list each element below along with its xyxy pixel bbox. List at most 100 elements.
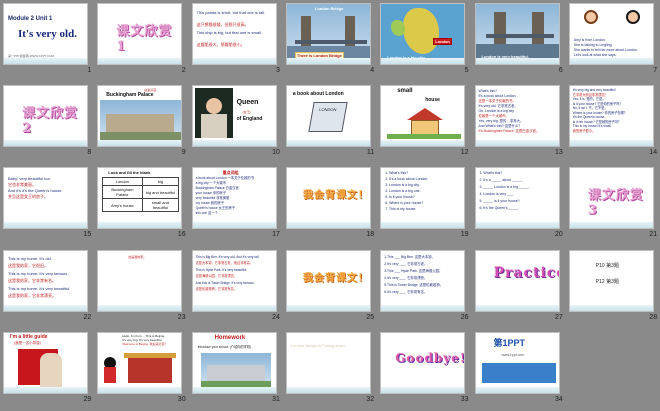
slide-line: 它也非常美丽。 [8,182,36,188]
slide-number: 5 [464,67,469,74]
table-cell: small and beautiful [141,198,180,213]
slide-thumbnail-14[interactable]: It's very big and very beautiful! 它非常大而且… [566,82,660,164]
slide-number: 30 [177,395,186,403]
slide-thumbnail-3[interactable]: This panda is short, but that one is tal… [189,0,283,82]
wordart-title: 我会背课文！ [302,272,369,284]
slide-number: 13 [555,149,563,157]
slide-heading: London Bridge [314,6,344,11]
slide-thumbnail-16[interactable]: Look and fill the blank London big Bucki… [94,164,188,246]
slide-number: 28 [649,313,658,321]
slide-thumbnail-17[interactable]: 重点词组 a book about London 一本关于伦敦的书 a big … [189,164,283,246]
slide-number: 17 [272,231,280,239]
slide-subheading: Introduce your school. (介绍你的学校) [197,344,252,349]
slide-thumbnail-9[interactable]: 白金汉宫 Buckingham Palace 9 [94,82,188,164]
slide-line: This is Hyde Park. It's very beautiful. [195,267,248,272]
slide-thumbnail-34[interactable]: 第1PPT www.1ppt.com 34 [472,329,566,411]
slide-thumbnail-5[interactable]: London London is a big city. 5 [377,0,471,82]
slide-preview: 第1PPT www.1ppt.com [474,331,560,394]
logo-url: www.1ppt.com [501,352,525,357]
slide-thumbnail-22[interactable]: This is my home. It's old. 这是我的家，它很旧。 Th… [0,247,94,329]
slide-preview: 这是我的家。 [97,249,183,312]
slide-thumbnail-25[interactable]: 我会背课文！ 25 [283,247,377,329]
wordart-title: 课文欣赏3 [587,188,644,219]
slide-line: She is talking to Lingling. [573,43,613,47]
slide-preview: What's this? It's a book about London. 这… [474,85,560,148]
slide-thumbnail-20[interactable]: 1. What's this? 2. It's a _____ about __… [472,164,566,246]
slide-preview: 重点词组 a book about London 一本关于伦敦的书 a big … [191,167,277,230]
slide-thumbnail-12[interactable]: small house 12 [377,82,471,164]
slide-heading: Queen [236,99,259,107]
bridge-tower-image [531,12,544,48]
slide-line: 这是大本钟，它非常古老，而且非常高。 [195,260,253,265]
slide-preview: London Bridge Is Falling down. [285,331,371,394]
bridge-deck-image [485,34,554,38]
slide-line: 这是我的家，它非常漂亮。 [8,292,56,298]
slide-preview: Baby: very beautiful too. 它也非常美丽。 And it… [3,167,88,230]
slide-thumbnail-19[interactable]: 1. What's this? 2. It's a book about Lon… [377,164,471,246]
slide-line: 2.It's very ___. 它非常古老。 [384,261,428,266]
slide-line: 3.This ___ Hyde Park. 这是海德公园。 [384,268,443,273]
slide-line: 3. London is a big city. [385,183,420,188]
slide-line: 这艘船很大，那艘船很小。 [196,42,245,47]
slide-preview: Look and fill the blank London big Bucki… [97,167,183,230]
slide-thumbnail-30[interactable]: Hello, I'm from ... This is Beijing. It'… [94,329,188,411]
slide-thumbnail-24[interactable]: This is Big Ben. It's very old. And it's… [189,247,283,329]
slide-subheading: of England [236,116,263,123]
slide-thumbnail-21[interactable]: 课文欣赏3 21 [566,164,660,246]
slide-line: 3. _____ London is a big _____. [479,185,530,190]
slide-title: Module 2 Unit 1 [8,16,53,22]
slide-preview: 白金汉宫 Buckingham Palace [97,85,183,148]
girl-amy-image [583,10,598,24]
slide-thumbnail-26[interactable]: 1.This ___ Big Ben. 这是大本钟。 2.It's very _… [377,247,471,329]
slide-preview: Amy is from London. She is talking to Li… [568,3,654,65]
slide-thumbnail-33[interactable]: Goodbye! 33 [377,329,471,411]
ppt-logo: 第1PPT [493,337,526,348]
slide-thumbnail-13[interactable]: What's this? It's a book about London. 这… [472,82,566,164]
slide-line: this one 这一个 [195,211,218,216]
slide-line: 我的房子很小。 [572,128,596,133]
slide-thumbnail-6[interactable]: London is very beautiful. 6 [472,0,566,82]
wordart-title: 课文欣赏2 [22,106,79,137]
bridge-deck-image [294,40,367,44]
slide-thumbnail-10[interactable]: Queen (女王) of England 10 [189,82,283,164]
map-image [391,20,406,36]
slide-thumbnail-7[interactable]: Amy is from London. She is talking to Li… [566,0,660,82]
slide-preview: 课文欣赏1 [97,3,183,65]
slide-thumbnail-8[interactable]: 课文欣赏2 8 [0,82,94,164]
slide-line: 2. It's a _____ about _____. [479,178,523,183]
slide-thumbnail-29[interactable]: I'm a little guide (我是一名小导游) 29 [0,329,94,411]
slide-thumbnail-18[interactable]: 我会背课文！ 18 [283,164,377,246]
girl-lingling-image [625,10,640,24]
slide-line: 这只熊猫很矮，但那只很高。 [196,22,249,27]
slide-preview: 1.This ___ Big Ben. 这是大本钟。 2.It's very _… [380,249,466,312]
table-cell: Buckingham Palace [102,185,143,200]
grass-image [387,134,462,140]
slide-line: 5. _____ is it your house? [479,199,520,204]
slide-number: 11 [366,149,375,157]
slide-line: This is Big Ben. It's very old. And it's… [195,254,260,259]
slide-thumbnail-4[interactable]: London Bridge There is London Bridge 4 [283,0,377,82]
slide-thumbnail-11[interactable]: a book about London LONDON 11 [283,82,377,164]
slide-thumbnail-2[interactable]: 课文欣赏1 2 [94,0,188,82]
slide-number: 32 [366,395,375,403]
slide-thumbnail-15[interactable]: Baby: very beautiful too. 它也非常美丽。 And it… [0,164,94,246]
slide-thumbnail-23[interactable]: 这是我的家。 23 [94,247,188,329]
slide-heading: Buckingham Palace [106,92,154,99]
slide-thumbnail-31[interactable]: Homework Introduce your school. (介绍你的学校)… [189,329,283,411]
slide-thumbnail-28[interactable]: P10 第3题 P12 第3题 28 [566,247,660,329]
slide-preview: Practice [474,249,560,312]
slide-line: This is my home. It's very beautiful. [8,285,71,291]
guide-girl-image [40,352,62,387]
slide-thumbnail-1[interactable]: Module 2 Unit 1 It's very old. 第一PPT模板网-… [0,0,94,82]
slide-line: It's very old. 它非常古老。 [478,104,518,109]
slide-line: This is my home. It's very famous. [8,270,69,276]
slide-thumbnail-27[interactable]: Practice 27 [472,247,566,329]
slide-preview: 1. What's this? 2. It's a book about Lon… [380,167,466,230]
slide-preview: Module 2 Unit 1 It's very old. 第一PPT模板网-… [3,3,88,65]
slide-line: 6.It's very ___. 它非常有名。 [384,289,428,294]
slide-line: 5. Is it your house? [385,195,415,200]
slide-line: She wants to tell her more about London. [573,48,638,52]
table-cell: London [102,177,143,187]
slide-thumbnail-32[interactable]: London Bridge Is Falling down. 32 [283,329,377,411]
wordart-title: Goodbye! [395,350,466,365]
